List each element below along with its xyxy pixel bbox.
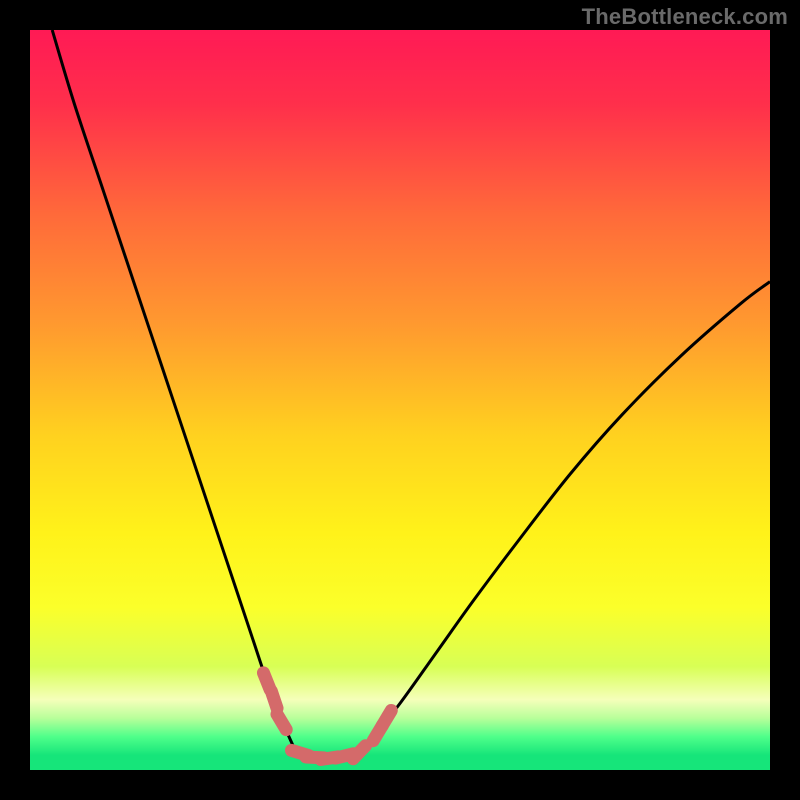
curve-markers — [263, 673, 391, 760]
watermark-text: TheBottleneck.com — [582, 4, 788, 30]
bottleneck-curve — [30, 30, 770, 770]
outer-frame: TheBottleneck.com — [0, 0, 800, 800]
curve-path — [52, 30, 770, 758]
curve-marker — [277, 714, 286, 729]
curve-marker — [271, 691, 277, 708]
curve-marker — [382, 710, 391, 725]
plot-area — [30, 30, 770, 770]
curve-marker — [353, 746, 365, 759]
